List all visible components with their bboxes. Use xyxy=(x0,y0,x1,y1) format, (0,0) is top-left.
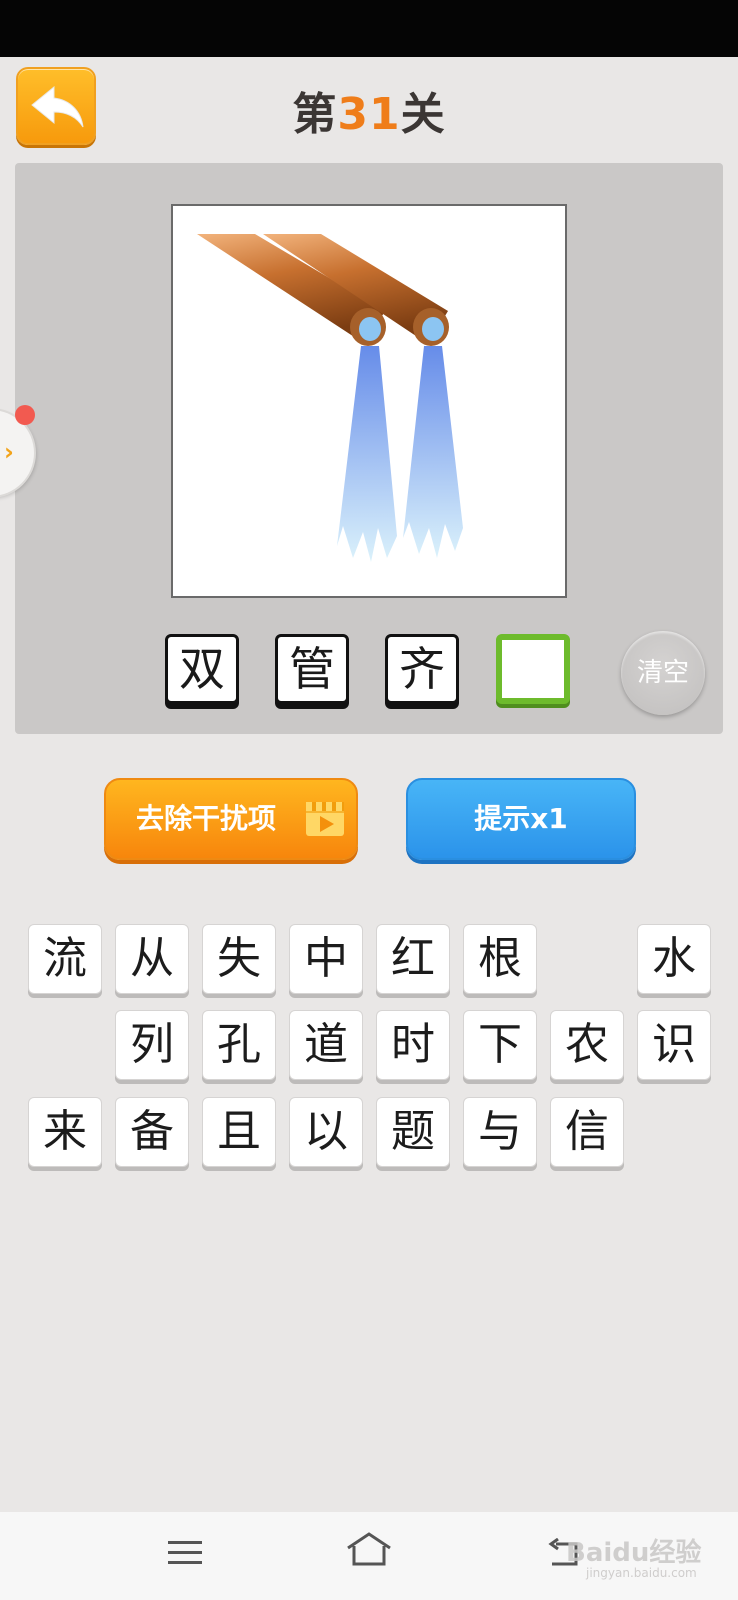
char-tile[interactable]: 题 xyxy=(376,1097,450,1167)
watermark: Baidu经验 xyxy=(566,1538,702,1568)
answer-slot-2[interactable]: 管 xyxy=(275,634,349,704)
char-tile[interactable]: 时 xyxy=(376,1010,450,1080)
level-title: 第31关 xyxy=(292,89,446,140)
home-icon[interactable] xyxy=(344,1530,394,1570)
char-tile[interactable]: 道 xyxy=(289,1010,363,1080)
char-tile[interactable]: 识 xyxy=(637,1010,711,1080)
char-tile[interactable]: 失 xyxy=(202,924,276,994)
char-tile[interactable]: 以 xyxy=(289,1097,363,1167)
char-tile[interactable]: 且 xyxy=(202,1097,276,1167)
status-bar xyxy=(0,0,738,57)
char-tile[interactable]: 水 xyxy=(637,924,711,994)
puzzle-picture xyxy=(171,204,567,598)
char-tile[interactable]: 根 xyxy=(463,924,537,994)
clear-button[interactable]: 清空 xyxy=(621,631,705,715)
char-tile[interactable]: 信 xyxy=(550,1097,624,1167)
two-pipes-water-icon xyxy=(197,234,463,562)
answer-slot-4[interactable] xyxy=(496,634,570,704)
chevron-right-icon: › xyxy=(4,438,14,466)
notification-dot xyxy=(15,405,35,425)
char-tile[interactable]: 孔 xyxy=(202,1010,276,1080)
menu-icon[interactable] xyxy=(166,1538,206,1568)
char-tile[interactable]: 中 xyxy=(289,924,363,994)
answer-slot-1[interactable]: 双 xyxy=(165,634,239,704)
char-tile[interactable]: 农 xyxy=(550,1010,624,1080)
remove-distractors-button[interactable]: 去除干扰项 xyxy=(104,778,358,860)
char-tile[interactable]: 列 xyxy=(115,1010,189,1080)
watermark-url: jingyan.baidu.com xyxy=(586,1566,697,1580)
char-tile[interactable]: 流 xyxy=(28,924,102,994)
char-tile[interactable]: 红 xyxy=(376,924,450,994)
char-tile[interactable]: 备 xyxy=(115,1097,189,1167)
char-tile[interactable]: 与 xyxy=(463,1097,537,1167)
remove-distractors-label: 去除干扰项 xyxy=(136,802,277,835)
char-tile[interactable]: 来 xyxy=(28,1097,102,1167)
hint-button[interactable]: 提示x1 xyxy=(406,778,636,860)
char-tile[interactable]: 从 xyxy=(115,924,189,994)
char-tile[interactable]: 下 xyxy=(463,1010,537,1080)
video-ad-icon xyxy=(306,802,344,836)
answer-slot-3[interactable]: 齐 xyxy=(385,634,459,704)
